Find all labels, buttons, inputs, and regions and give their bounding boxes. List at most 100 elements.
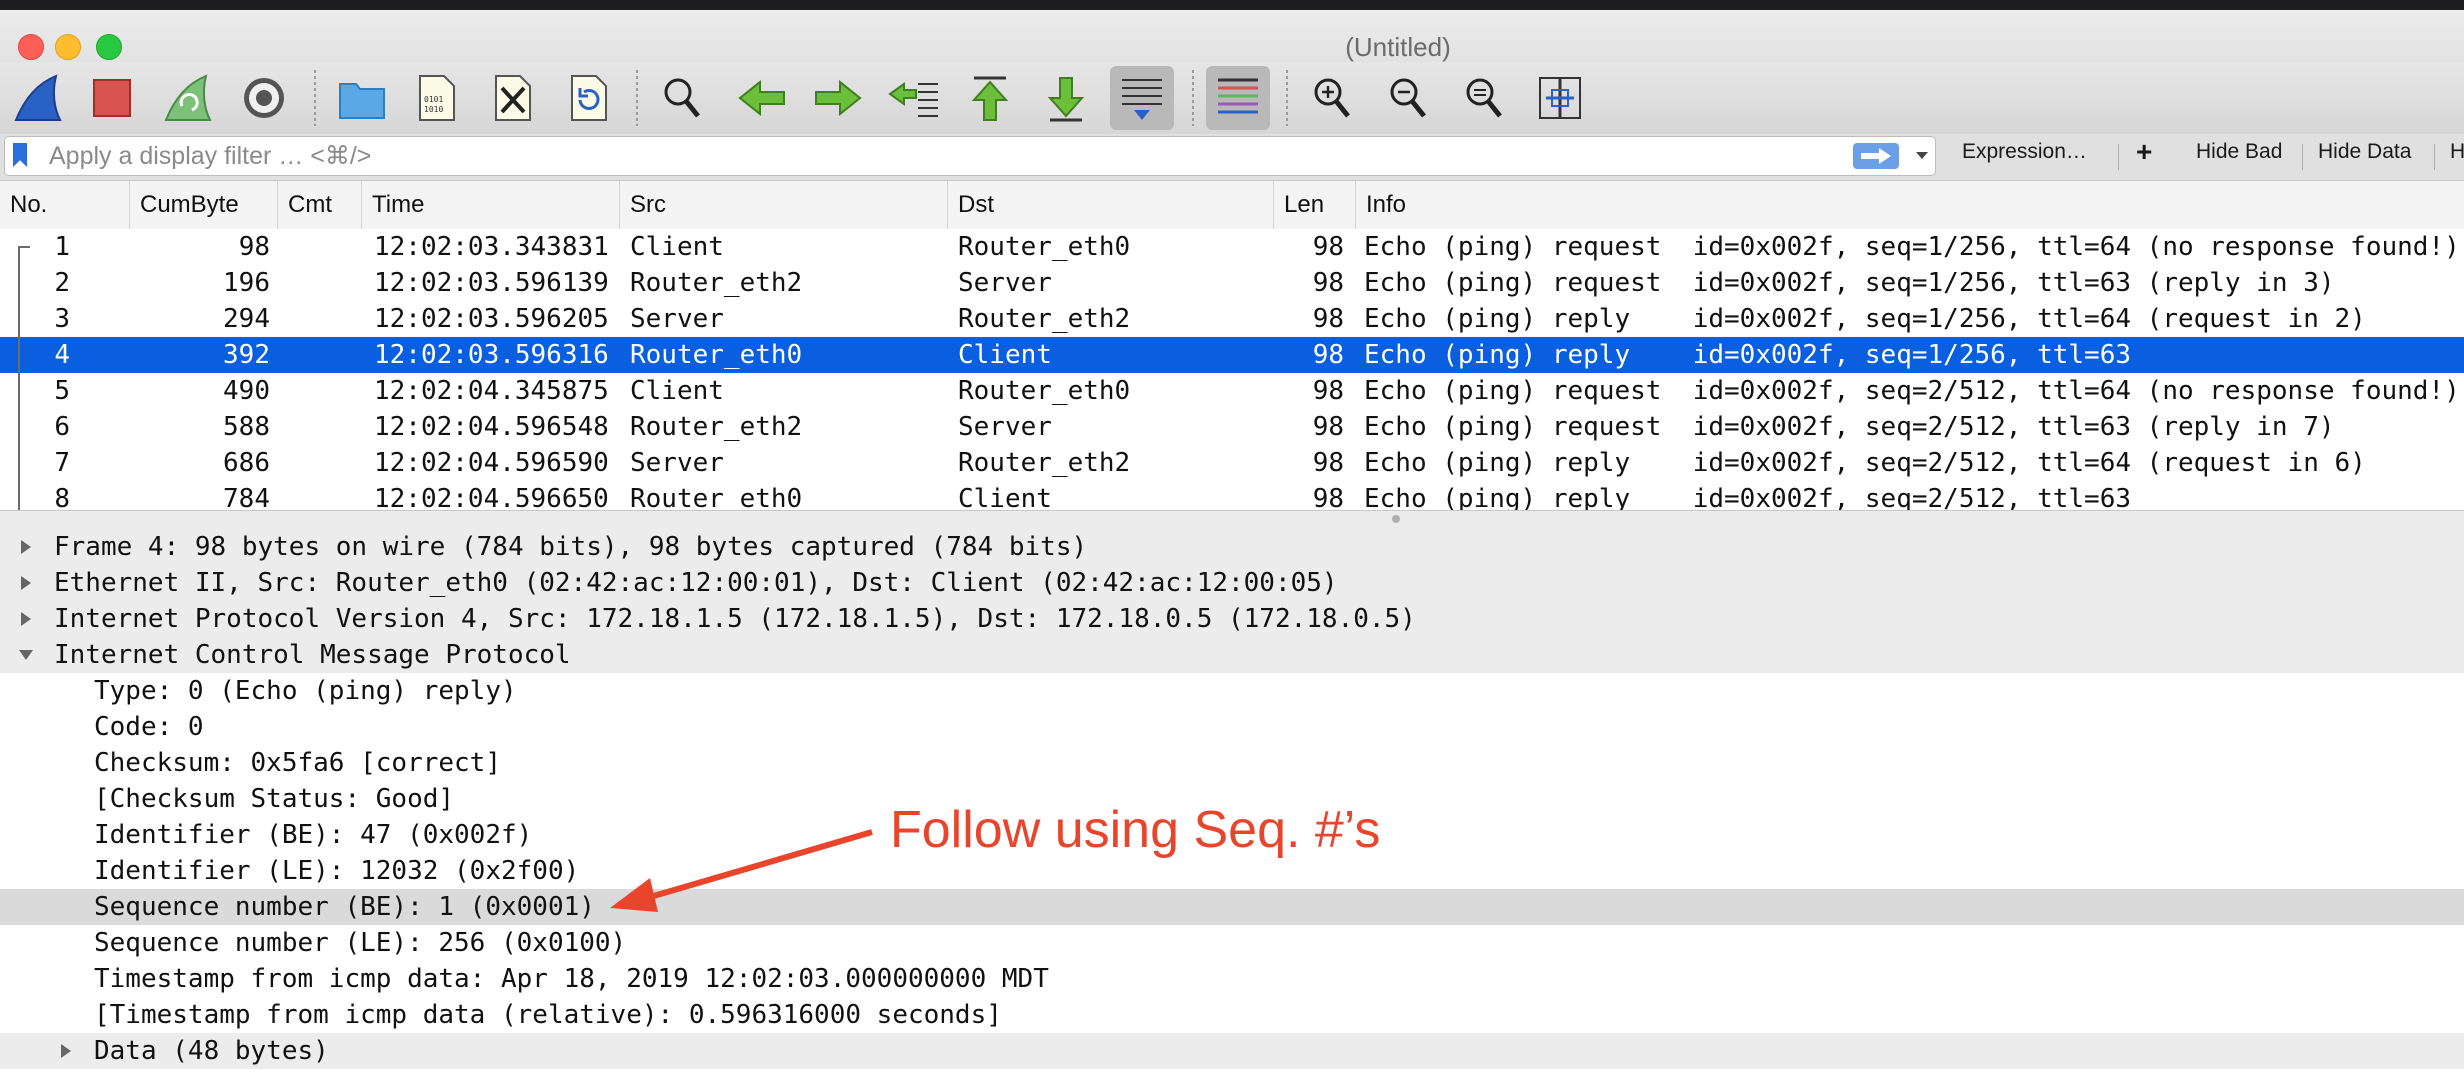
pane-splitter[interactable]	[0, 510, 2464, 530]
packet-cumbyte: 294	[223, 304, 270, 334]
display-filter-input[interactable]	[47, 139, 1841, 173]
detail-text: [Checksum Status: Good]	[94, 784, 455, 814]
expand-arrow-icon[interactable]	[16, 565, 36, 601]
column-header-time[interactable]: Time	[362, 181, 620, 229]
colorize-button[interactable]	[1206, 66, 1270, 130]
start-capture-button[interactable]	[6, 66, 70, 130]
detail-row-sequence-le[interactable]: Sequence number (LE): 256 (0x0100)	[0, 925, 2464, 961]
stop-capture-button[interactable]	[80, 66, 144, 130]
detail-row-type[interactable]: Type: 0 (Echo (ping) reply)	[0, 673, 2464, 709]
splitter-handle[interactable]	[1392, 515, 1400, 523]
filter-history-dropdown[interactable]	[1909, 141, 1935, 171]
expand-arrow-icon[interactable]	[56, 1033, 76, 1069]
detail-row-checksum[interactable]: Checksum: 0x5fa6 [correct]	[0, 745, 2464, 781]
go-forward-icon	[815, 79, 862, 117]
packet-src: Router_eth2	[630, 412, 803, 442]
packet-src: Client	[630, 376, 724, 406]
save-file-button[interactable]: 0101 1010	[404, 66, 468, 130]
packet-cumbyte: 98	[238, 232, 270, 262]
detail-row-data[interactable]: Data (48 bytes)	[0, 1033, 2464, 1069]
detail-text: Sequence number (BE): 1 (0x0001)	[94, 892, 595, 922]
packet-info: Echo (ping) request id=0x002f, seq=2/512…	[1364, 376, 2460, 406]
toolbar-separator	[314, 70, 316, 126]
packet-cumbyte: 784	[223, 484, 270, 510]
go-to-packet-button[interactable]	[882, 66, 946, 130]
add-filter-button[interactable]: +	[2136, 136, 2152, 168]
packet-row[interactable]: 5 490 12:02:04.345875 Client Router_eth0…	[0, 373, 2464, 409]
detail-text: Internet Control Message Protocol	[54, 640, 571, 670]
reload-file-icon	[571, 75, 607, 121]
restart-capture-button[interactable]	[156, 66, 220, 130]
expand-arrow-icon[interactable]	[16, 601, 36, 637]
find-packet-icon	[664, 78, 700, 118]
conversation-bracket	[18, 246, 30, 512]
normal-size-icon	[1466, 78, 1502, 118]
column-header-src[interactable]: Src	[620, 181, 948, 229]
save-file-icon: 01011010	[419, 75, 455, 121]
packet-info: Echo (ping) request id=0x002f, seq=2/512…	[1364, 412, 2335, 442]
expression-button[interactable]: Expression…	[1962, 140, 2087, 164]
column-header-no[interactable]: No.	[0, 181, 130, 229]
find-packet-button[interactable]	[650, 66, 714, 130]
go-back-button[interactable]	[730, 66, 794, 130]
annotation-label: Follow using Seq. #’s	[890, 801, 1381, 859]
column-header-dst[interactable]: Dst	[948, 181, 1274, 229]
packet-row[interactable]: 1 98 12:02:03.343831 Client Router_eth0 …	[0, 229, 2464, 265]
packet-src: Server	[630, 448, 724, 478]
zoom-out-button[interactable]	[1376, 66, 1440, 130]
open-file-button[interactable]	[330, 66, 394, 130]
go-last-button[interactable]	[1034, 66, 1098, 130]
apply-filter-button[interactable]	[1853, 143, 1899, 169]
detail-row-icmp[interactable]: Internet Control Message Protocol	[0, 637, 2464, 673]
normal-size-button[interactable]	[1452, 66, 1516, 130]
packet-dst: Router_eth2	[958, 304, 1131, 334]
go-forward-button[interactable]	[806, 66, 870, 130]
packet-info: Echo (ping) reply id=0x002f, seq=1/256, …	[1364, 340, 2132, 370]
detail-text: Code: 0	[94, 712, 204, 742]
autoscroll-button[interactable]	[1110, 66, 1174, 130]
collapse-arrow-icon[interactable]	[16, 637, 36, 673]
detail-row-frame[interactable]: Frame 4: 98 bytes on wire (784 bits), 98…	[0, 529, 2464, 565]
capture-options-button[interactable]	[232, 66, 296, 130]
expand-arrow-icon[interactable]	[16, 529, 36, 565]
detail-row-ethernet[interactable]: Ethernet II, Src: Router_eth0 (02:42:ac:…	[0, 565, 2464, 601]
detail-row-timestamp-relative[interactable]: [Timestamp from icmp data (relative): 0.…	[0, 997, 2464, 1033]
packet-row[interactable]: 7 686 12:02:04.596590 Server Router_eth2…	[0, 445, 2464, 481]
filter-separator	[2434, 144, 2435, 170]
detail-text: Internet Protocol Version 4, Src: 172.18…	[54, 604, 1416, 634]
close-file-button[interactable]	[480, 66, 544, 130]
zoom-in-icon	[1314, 78, 1350, 118]
detail-row-code[interactable]: Code: 0	[0, 709, 2464, 745]
packet-dst: Server	[958, 268, 1052, 298]
packet-len: 98	[1312, 268, 1344, 298]
bookmark-icon[interactable]	[13, 143, 27, 167]
packet-row[interactable]: 8 784 12:02:04.596650 Router_eth0 Client…	[0, 481, 2464, 510]
hide-bad-button[interactable]: Hide Bad	[2196, 140, 2282, 164]
main-toolbar: 0101 1010	[0, 62, 2464, 134]
detail-row-sequence-be[interactable]: Sequence number (BE): 1 (0x0001)	[0, 889, 2464, 925]
reload-file-button[interactable]	[556, 66, 620, 130]
packet-row-selected[interactable]: 4 392 12:02:03.596316 Router_eth0 Client…	[0, 337, 2464, 373]
detail-row-timestamp[interactable]: Timestamp from icmp data: Apr 18, 2019 1…	[0, 961, 2464, 997]
packet-len: 98	[1312, 376, 1344, 406]
detail-text: Frame 4: 98 bytes on wire (784 bits), 98…	[54, 532, 1088, 562]
column-header-cmt[interactable]: Cmt	[278, 181, 362, 229]
packet-row[interactable]: 2 196 12:02:03.596139 Router_eth2 Server…	[0, 265, 2464, 301]
more-filter-button[interactable]: H	[2450, 140, 2464, 164]
packet-row[interactable]: 3 294 12:02:03.596205 Server Router_eth2…	[0, 301, 2464, 337]
go-first-button[interactable]	[958, 66, 1022, 130]
column-header-cumbyte[interactable]: CumByte	[130, 181, 278, 229]
zoom-in-button[interactable]	[1300, 66, 1364, 130]
hide-data-button[interactable]: Hide Data	[2318, 140, 2411, 164]
resize-columns-button[interactable]	[1528, 66, 1592, 130]
packet-row[interactable]: 6 588 12:02:04.596548 Router_eth2 Server…	[0, 409, 2464, 445]
packet-time: 12:02:04.596650	[374, 484, 609, 510]
packet-src: Client	[630, 232, 724, 262]
column-header-info[interactable]: Info	[1356, 181, 2464, 229]
toolbar-separator	[636, 70, 638, 126]
detail-row-ipv4[interactable]: Internet Protocol Version 4, Src: 172.18…	[0, 601, 2464, 637]
column-header-len[interactable]: Len	[1274, 181, 1356, 229]
packet-no: 3	[54, 304, 70, 334]
start-capture-icon	[14, 74, 62, 121]
colorize-icon	[1218, 78, 1258, 114]
